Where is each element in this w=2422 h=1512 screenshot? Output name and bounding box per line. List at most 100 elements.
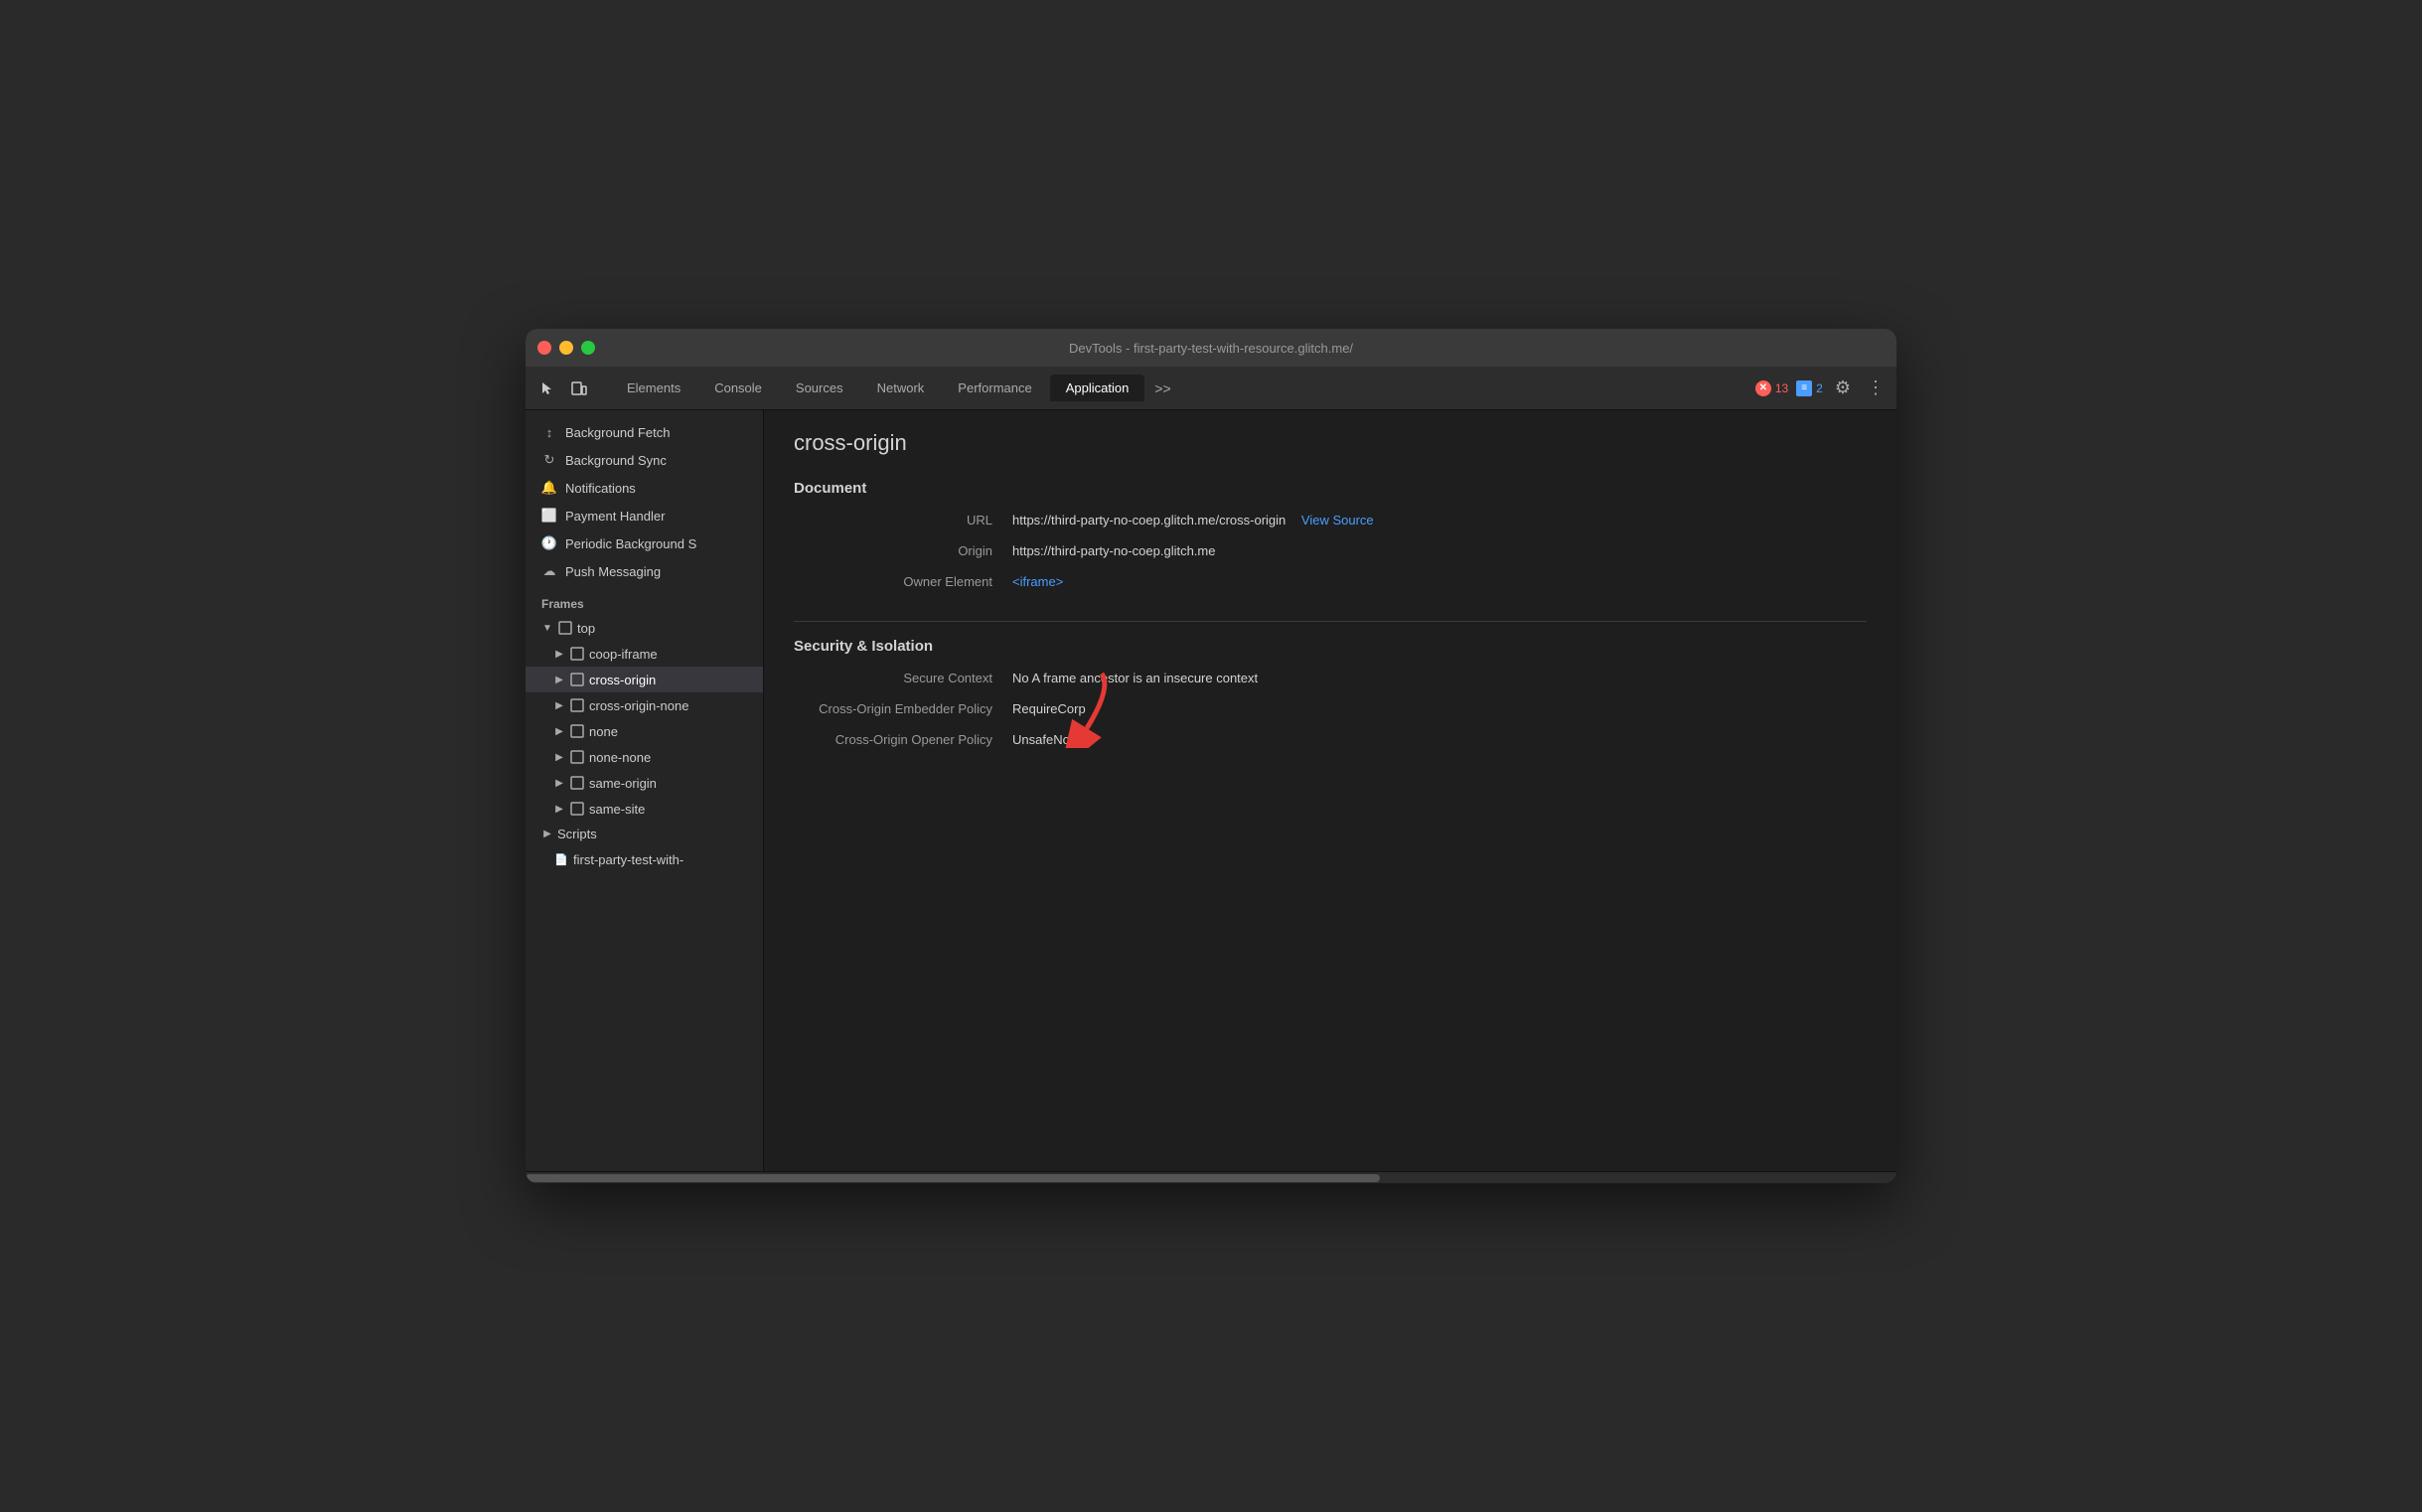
maximize-button[interactable] [581, 341, 595, 355]
frame-label-top: top [577, 621, 595, 636]
script-first-party[interactable]: 📄 first-party-test-with- [526, 846, 763, 872]
sidebar-item-label: Payment Handler [565, 509, 665, 524]
document-section-title: Document [794, 480, 1867, 497]
tab-sources[interactable]: Sources [780, 375, 859, 401]
toolbar: Elements Console Sources Network Perform… [526, 367, 1896, 410]
coop-row: Cross-Origin Opener Policy UnsafeNone [794, 732, 1867, 747]
origin-label: Origin [794, 543, 1012, 558]
expand-arrow-cross-origin: ▶ [553, 674, 565, 685]
expand-arrow-none: ▶ [553, 725, 565, 737]
owner-element-row: Owner Element <iframe> [794, 574, 1867, 589]
sidebar-item-push-messaging[interactable]: ☁ Push Messaging [526, 557, 763, 585]
origin-row: Origin https://third-party-no-coep.glitc… [794, 543, 1867, 558]
url-text: https://third-party-no-coep.glitch.me/cr… [1012, 513, 1286, 528]
sidebar-item-label: Notifications [565, 481, 636, 496]
frame-label-same-site: same-site [589, 802, 645, 817]
sidebar-item-notifications[interactable]: 🔔 Notifications [526, 474, 763, 502]
coep-row: Cross-Origin Embedder Policy RequireCorp [794, 701, 1867, 716]
horizontal-scrollbar[interactable] [526, 1171, 1896, 1183]
tab-network[interactable]: Network [861, 375, 941, 401]
frame-same-origin[interactable]: ▶ same-origin [526, 770, 763, 796]
expand-arrow-coop-iframe: ▶ [553, 648, 565, 660]
periodic-background-sync-icon: 🕐 [541, 535, 557, 551]
expand-arrow-cross-origin-none: ▶ [553, 699, 565, 711]
error-icon: ✕ [1755, 380, 1771, 396]
traffic-lights [537, 341, 595, 355]
url-label: URL [794, 513, 1012, 528]
coop-value: UnsafeNone [1012, 732, 1084, 747]
frame-cross-origin[interactable]: ▶ cross-origin [526, 667, 763, 692]
sidebar-item-periodic-background-sync[interactable]: 🕐 Periodic Background S [526, 529, 763, 557]
device-toggle-icon[interactable] [565, 375, 593, 402]
coep-value: RequireCorp [1012, 701, 1086, 716]
settings-button[interactable]: ⚙ [1831, 374, 1855, 402]
origin-value: https://third-party-no-coep.glitch.me [1012, 543, 1215, 558]
sidebar-item-label: Push Messaging [565, 564, 661, 579]
page-title: cross-origin [794, 430, 1867, 456]
scripts-label: Scripts [557, 827, 597, 841]
frame-icon-same-origin [569, 775, 585, 791]
devtools-window: DevTools - first-party-test-with-resourc… [526, 329, 1896, 1183]
frame-icon-none-none [569, 749, 585, 765]
minimize-button[interactable] [559, 341, 573, 355]
frame-coop-iframe[interactable]: ▶ coop-iframe [526, 641, 763, 667]
error-badge[interactable]: ✕ 13 [1755, 380, 1788, 396]
frame-label-none: none [589, 724, 618, 739]
security-section-title: Security & Isolation [794, 638, 1867, 655]
main-panel: cross-origin Document URL https://third-… [764, 410, 1896, 1171]
scripts-section[interactable]: ▶ Scripts [526, 822, 763, 846]
frame-same-site[interactable]: ▶ same-site [526, 796, 763, 822]
frame-label-cross-origin: cross-origin [589, 673, 656, 687]
frame-label-coop-iframe: coop-iframe [589, 647, 658, 662]
secure-context-label: Secure Context [794, 671, 1012, 685]
sidebar-item-background-fetch[interactable]: ↕ Background Fetch [526, 418, 763, 446]
script-label-first-party: first-party-test-with- [573, 852, 683, 867]
url-row: URL https://third-party-no-coep.glitch.m… [794, 513, 1867, 528]
secure-context-row: Secure Context No A frame ancestor is an… [794, 671, 1867, 685]
main-content: ↕ Background Fetch ↻ Background Sync 🔔 N… [526, 410, 1896, 1171]
toolbar-right: ✕ 13 ≡ 2 ⚙ ⋮ [1755, 374, 1889, 402]
tab-console[interactable]: Console [698, 375, 778, 401]
coep-label: Cross-Origin Embedder Policy [794, 701, 1012, 716]
expand-arrow-none-none: ▶ [553, 751, 565, 763]
more-tabs-button[interactable]: >> [1146, 377, 1178, 400]
frame-label-none-none: none-none [589, 750, 651, 765]
frame-icon-coop-iframe [569, 646, 585, 662]
cursor-icon[interactable] [533, 375, 561, 402]
error-count: 13 [1775, 381, 1788, 395]
script-file-icon: 📄 [553, 851, 569, 867]
section-divider [794, 621, 1867, 622]
view-source-link[interactable]: View Source [1301, 513, 1374, 528]
sidebar-item-background-sync[interactable]: ↻ Background Sync [526, 446, 763, 474]
expand-arrow-scripts: ▶ [541, 829, 553, 840]
frame-icon-cross-origin [569, 672, 585, 687]
url-value: https://third-party-no-coep.glitch.me/cr… [1012, 513, 1374, 528]
background-sync-icon: ↻ [541, 452, 557, 468]
frame-icon-cross-origin-none [569, 697, 585, 713]
scrollbar-thumb[interactable] [526, 1174, 1380, 1182]
frame-cross-origin-none[interactable]: ▶ cross-origin-none [526, 692, 763, 718]
frame-icon-same-site [569, 801, 585, 817]
window-title: DevTools - first-party-test-with-resourc… [1069, 341, 1353, 356]
owner-element-label: Owner Element [794, 574, 1012, 589]
notifications-icon: 🔔 [541, 480, 557, 496]
frame-none[interactable]: ▶ none [526, 718, 763, 744]
sidebar-item-label: Background Sync [565, 453, 667, 468]
frame-icon-top [557, 620, 573, 636]
payment-handler-icon: ⬜ [541, 508, 557, 524]
warning-count: 2 [1816, 381, 1823, 395]
frame-none-none[interactable]: ▶ none-none [526, 744, 763, 770]
close-button[interactable] [537, 341, 551, 355]
owner-element-value[interactable]: <iframe> [1012, 574, 1063, 589]
tab-elements[interactable]: Elements [611, 375, 696, 401]
tab-application[interactable]: Application [1050, 375, 1145, 401]
title-bar: DevTools - first-party-test-with-resourc… [526, 329, 1896, 367]
warning-icon: ≡ [1796, 380, 1812, 396]
more-options-button[interactable]: ⋮ [1863, 374, 1889, 402]
sidebar-item-payment-handler[interactable]: ⬜ Payment Handler [526, 502, 763, 529]
frames-section-header: Frames [526, 585, 763, 615]
frame-top[interactable]: ▼ top [526, 615, 763, 641]
warning-badge[interactable]: ≡ 2 [1796, 380, 1823, 396]
tab-performance[interactable]: Performance [942, 375, 1047, 401]
expand-arrow-top: ▼ [541, 622, 553, 634]
